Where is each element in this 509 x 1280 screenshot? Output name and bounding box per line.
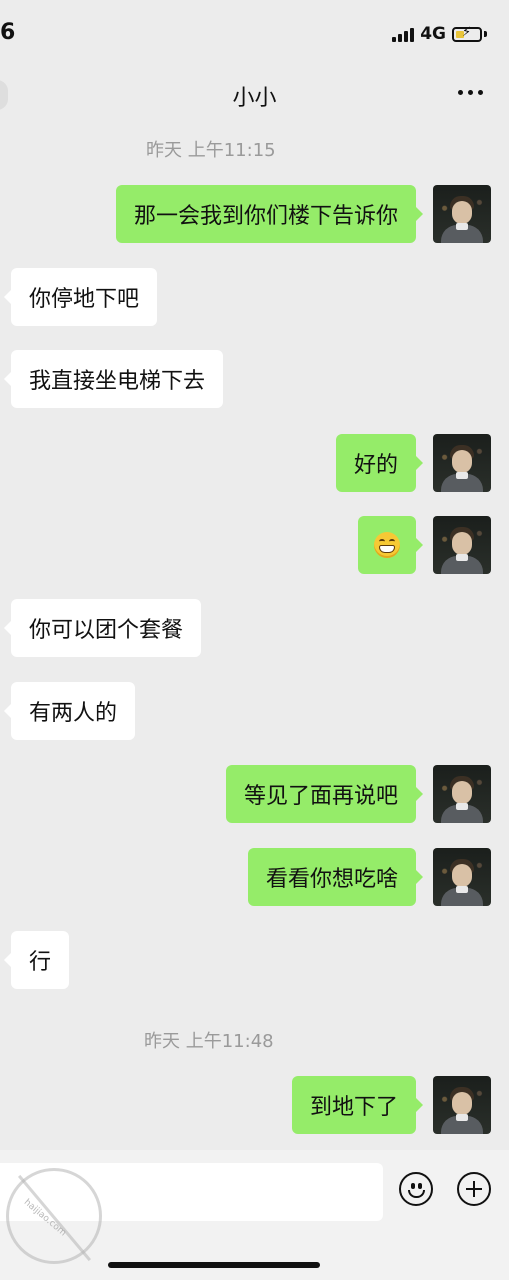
message-bubble-received[interactable]: 我直接坐电梯下去 [3, 350, 224, 408]
message-bubble-sent[interactable]: 到地下了 [291, 1076, 424, 1134]
home-indicator[interactable] [108, 1262, 320, 1268]
network-type: 4G [420, 24, 446, 44]
battery-charging-icon: ⚡ [452, 26, 482, 42]
grinning-emoji-icon [374, 532, 400, 558]
timestamp: 昨天 上午11:48 [144, 1031, 274, 1052]
self-avatar[interactable] [433, 765, 491, 823]
signal-icon [392, 26, 415, 42]
message-bubble-sent[interactable] [358, 516, 423, 574]
status-icons: 4G ⚡ [392, 24, 487, 44]
message-bubble-sent[interactable]: 看看你想吃啥 [247, 848, 424, 906]
self-avatar[interactable] [433, 434, 491, 492]
status-bar: 6 4G ⚡ [0, 0, 509, 70]
message-bubble-sent[interactable]: 那一会我到你们楼下告诉你 [115, 185, 424, 243]
message-bubble-received[interactable]: 有两人的 [3, 682, 136, 740]
watermark-logo: haijiao.com [6, 1168, 102, 1264]
timestamp: 昨天 上午11:15 [146, 140, 276, 161]
more-icon[interactable] [458, 90, 483, 95]
self-avatar[interactable] [433, 185, 491, 243]
chat-header: 小小 [0, 70, 509, 124]
self-avatar[interactable] [433, 516, 491, 574]
self-avatar[interactable] [433, 1076, 491, 1134]
emoji-icon[interactable] [399, 1172, 433, 1206]
message-bubble-sent[interactable]: 等见了面再说吧 [225, 765, 424, 823]
battery-cap [484, 31, 487, 37]
plus-icon[interactable] [457, 1172, 491, 1206]
status-time: 6 [0, 20, 16, 45]
message-bubble-received[interactable]: 你停地下吧 [3, 268, 158, 326]
self-avatar[interactable] [433, 848, 491, 906]
message-bubble-received[interactable]: 你可以团个套餐 [3, 599, 202, 657]
message-bubble-sent[interactable]: 好的 [335, 434, 424, 492]
message-bubble-received[interactable]: 行 [3, 931, 70, 989]
chat-title: 小小 [232, 86, 277, 111]
